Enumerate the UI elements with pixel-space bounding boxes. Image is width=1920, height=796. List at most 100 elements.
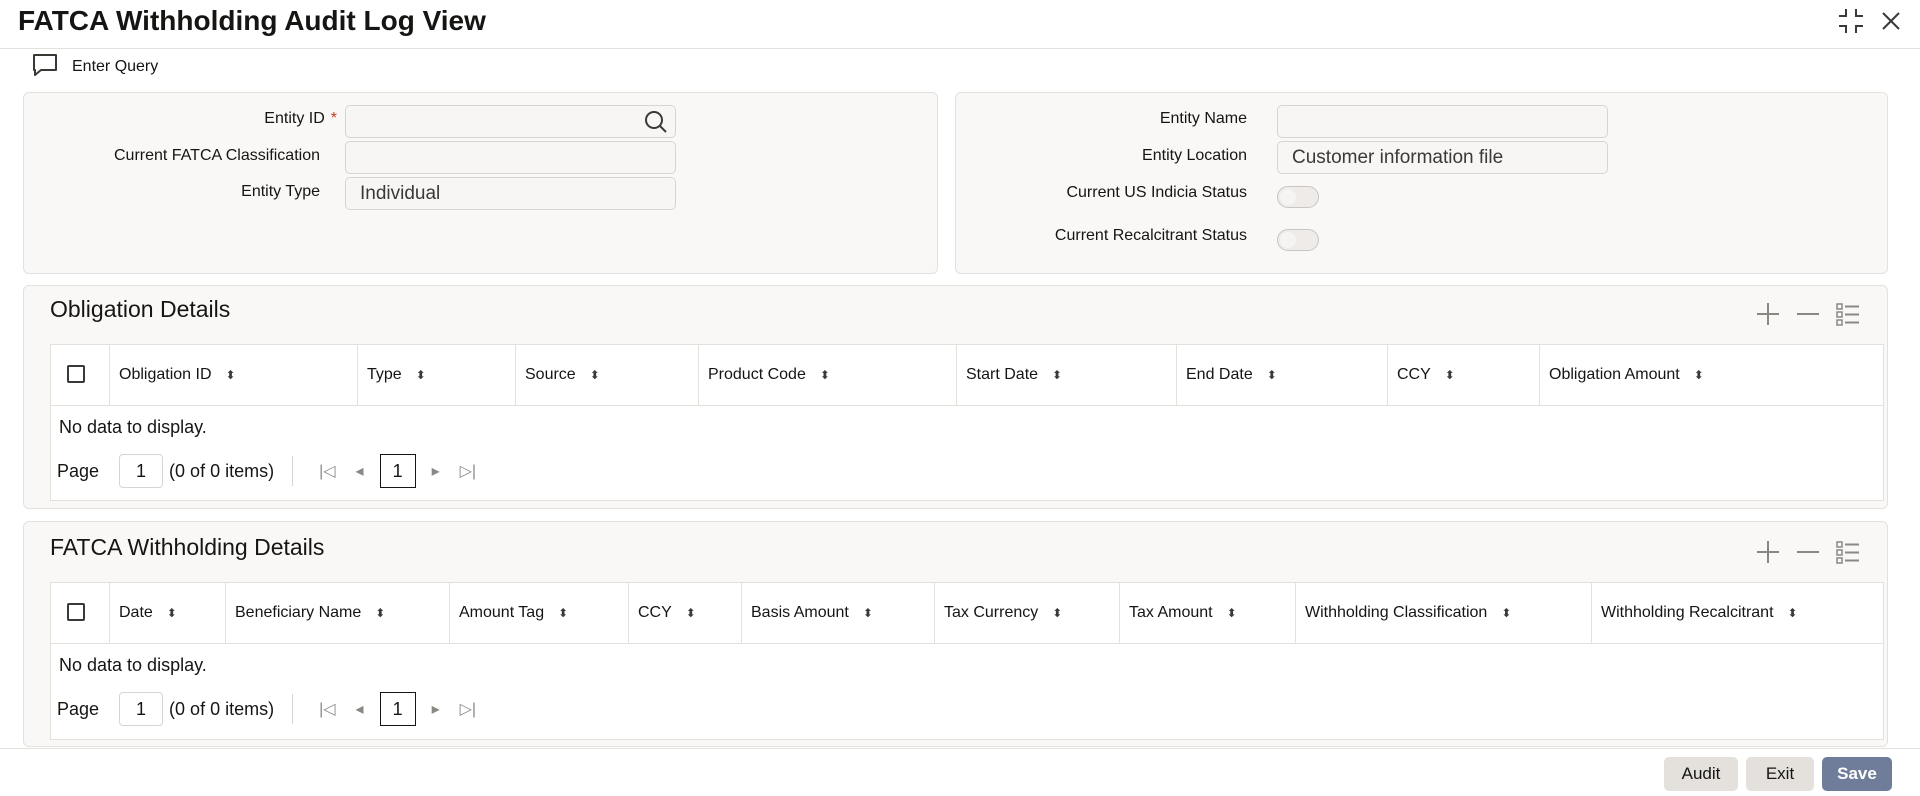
footer-bar: Audit Exit Save [0,748,1920,796]
entity-panel-right: Entity Name Entity Location Customer inf… [955,92,1888,274]
fatca-classification-label: Current FATCA Classification [114,147,320,164]
entity-location-label: Entity Location [1142,147,1247,164]
sort-icon: ⬍ [862,606,873,620]
col-tax-amount[interactable]: Tax Amount ⬍ [1120,583,1296,643]
col-date[interactable]: Date ⬍ [110,583,226,643]
entity-type-input: Individual [345,177,676,210]
search-icon[interactable] [643,110,669,140]
add-row-icon[interactable] [1755,539,1781,570]
obligation-grid: Obligation ID ⬍ Type ⬍ Source ⬍ Product Cod… [50,344,1884,501]
empty-message: No data to display. [59,655,207,675]
pager-divider [292,694,294,724]
empty-message: No data to display. [59,417,207,437]
sort-icon: ⬍ [375,606,386,620]
required-marker: * [330,110,337,127]
enter-query-label: Enter Query [72,58,159,75]
sort-icon: ⬍ [1052,368,1063,382]
audit-button[interactable]: Audit [1664,757,1738,791]
pager-divider [292,456,294,486]
withholding-pager: Page 1 (0 of 0 items) |◁ ◂ 1 ▸ ▷| [57,691,486,727]
col-obligation-amount[interactable]: Obligation Amount ⬍ [1540,345,1883,405]
entity-name-label: Entity Name [1159,110,1247,127]
col-amount-tag[interactable]: Amount Tag ⬍ [450,583,629,643]
page-input[interactable]: 1 [119,454,164,488]
enter-query-button[interactable]: Enter Query [32,52,158,82]
comment-icon [32,53,58,82]
obligation-grid-actions [1755,301,1861,332]
sort-icon: ⬍ [685,606,696,620]
last-page-icon[interactable]: ▷| [460,461,476,481]
col-source[interactable]: Source ⬍ [516,345,699,405]
col-ccy[interactable]: CCY ⬍ [1388,345,1540,405]
select-all-checkbox[interactable] [67,365,85,383]
last-page-icon[interactable]: ▷| [460,699,476,719]
sort-icon: ⬍ [1693,368,1704,382]
sort-icon: ⬍ [819,368,830,382]
close-icon[interactable] [1876,6,1906,36]
withholding-grid-actions [1755,539,1861,570]
next-page-icon[interactable]: ▸ [432,699,440,719]
recalcitrant-toggle[interactable] [1277,229,1319,251]
sort-icon: ⬍ [589,368,600,382]
fatca-classification-input [345,141,676,174]
us-indicia-label: Current US Indicia Status [1066,184,1247,201]
col-ccy[interactable]: CCY ⬍ [629,583,742,643]
col-product-code[interactable]: Product Code ⬍ [699,345,957,405]
list-settings-icon[interactable] [1835,539,1861,570]
items-count: (0 of 0 items) [169,698,275,719]
sort-icon: ⬍ [1444,368,1455,382]
sort-icon: ⬍ [1052,606,1063,620]
list-settings-icon[interactable] [1835,301,1861,332]
col-basis-amount[interactable]: Basis Amount ⬍ [742,583,935,643]
col-tax-currency[interactable]: Tax Currency ⬍ [935,583,1120,643]
sort-icon: ⬍ [1266,368,1277,382]
sort-icon: ⬍ [1787,606,1798,620]
remove-row-icon[interactable] [1795,301,1821,332]
sort-icon: ⬍ [166,606,177,620]
page-input[interactable]: 1 [119,692,164,726]
add-row-icon[interactable] [1755,301,1781,332]
entity-id-input[interactable] [345,105,676,138]
current-page[interactable]: 1 [379,692,416,726]
items-count: (0 of 0 items) [169,460,275,481]
previous-page-icon[interactable]: ◂ [356,699,364,719]
select-all-checkbox[interactable] [67,603,85,621]
first-page-icon[interactable]: |◁ [319,461,335,481]
remove-row-icon[interactable] [1795,539,1821,570]
obligation-pager: Page 1 (0 of 0 items) |◁ ◂ 1 ▸ ▷| [57,453,486,489]
previous-page-icon[interactable]: ◂ [356,461,364,481]
obligation-section: Obligation Details Obligation ID ⬍ Type ⬍ … [23,285,1888,509]
page-title: FATCA Withholding Audit Log View [18,5,486,36]
sort-icon: ⬍ [558,606,569,620]
obligation-grid-header: Obligation ID ⬍ Type ⬍ Source ⬍ Product Cod… [51,345,1883,406]
withholding-grid: Date ⬍ Beneficiary Name ⬍ Amount Tag ⬍ CCY ⬍… [50,582,1884,740]
entity-panel-left: Entity ID * Current FATCA Classification … [23,92,938,274]
entity-location-input: Customer information file [1277,141,1608,174]
col-type[interactable]: Type ⬍ [358,345,516,405]
col-beneficiary-name[interactable]: Beneficiary Name ⬍ [226,583,450,643]
col-obligation-id[interactable]: Obligation ID ⬍ [110,345,358,405]
save-button[interactable]: Save [1822,757,1892,791]
col-withholding-classification[interactable]: Withholding Classification ⬍ [1296,583,1592,643]
col-withholding-recalcitrant[interactable]: Withholding Recalcitrant ⬍ [1592,583,1883,643]
sort-icon: ⬍ [1501,606,1512,620]
sort-icon: ⬍ [1226,606,1237,620]
withholding-title: FATCA Withholding Details [50,534,325,560]
next-page-icon[interactable]: ▸ [432,461,440,481]
first-page-icon[interactable]: |◁ [319,699,335,719]
minimize-icon[interactable] [1836,6,1866,36]
recalcitrant-label: Current Recalcitrant Status [1054,227,1247,244]
col-end-date[interactable]: End Date ⬍ [1177,345,1388,405]
exit-button[interactable]: Exit [1746,757,1814,791]
window-controls [1836,6,1906,36]
select-all-column [51,583,110,643]
page-label: Page [57,698,100,719]
col-start-date[interactable]: Start Date ⬍ [957,345,1177,405]
title-bar: FATCA Withholding Audit Log View [0,0,1920,49]
page-label: Page [57,460,100,481]
current-page[interactable]: 1 [379,454,416,488]
obligation-title: Obligation Details [50,296,231,322]
withholding-grid-header: Date ⬍ Beneficiary Name ⬍ Amount Tag ⬍ CCY ⬍… [51,583,1883,644]
us-indicia-toggle[interactable] [1277,186,1319,208]
sort-icon: ⬍ [415,368,426,382]
